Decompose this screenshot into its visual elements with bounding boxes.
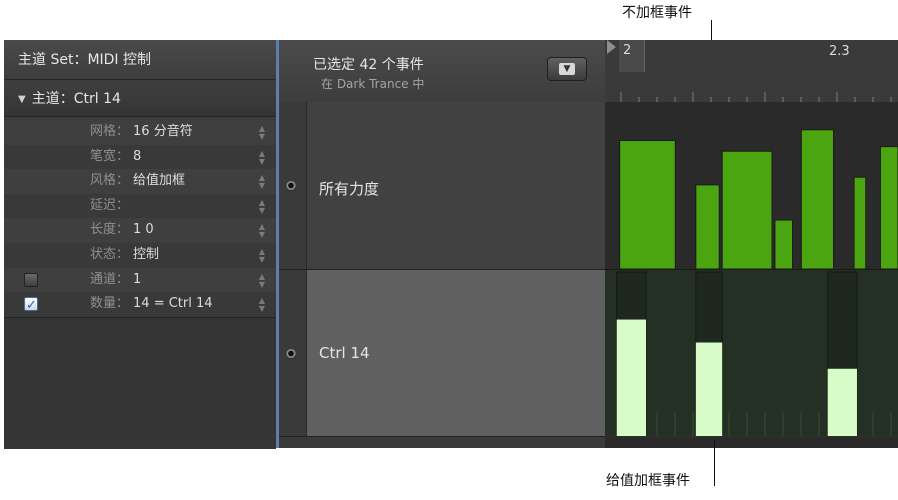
event-area[interactable]: 2 2.3 [605,40,898,448]
inspector-panel: 主道 Set：MIDI 控制 ▼ 主道：Ctrl 14 网格： 16 分音符 ▲ ▼ 笔宽… [4,40,279,449]
disclosure-triangle-icon[interactable]: ▼ [18,82,26,118]
param-label: 网格： 16 分音符 [90,124,193,139]
playhead-arrow-icon [607,40,616,54]
param-label: 长度： 1 0 [90,222,154,238]
param-value[interactable]: 给值加框 [133,173,185,188]
param-value[interactable]: 8 [133,149,141,164]
stepper-arrows-icon[interactable]: ▲ ▼ [258,120,266,141]
ruler-ticks [620,92,892,102]
param-row[interactable]: 长度： 1 0 ▲ ▼ [4,218,276,243]
param-checkbox[interactable] [24,272,38,287]
lane-record-icon[interactable] [286,349,296,359]
velocity-events [619,129,898,270]
callout-framed-events: 给值加框事件 [606,473,690,489]
param-label: 延迟： [90,197,130,213]
lane-velocity[interactable]: 所有力度 [279,102,605,270]
param-value[interactable]: 14 = Ctrl 14 [133,296,213,311]
lane-title-text: 主道：Ctrl 14 [31,91,121,107]
param-row[interactable]: 状态： 控制 ▲ ▼ [4,242,276,268]
velocity-event-bar [774,219,794,270]
param-label: 状态： 控制 [90,246,160,262]
param-label: 风格： 给值加框 [90,173,186,189]
event-area-bottom [605,437,898,448]
stepper-arrows-icon[interactable]: ▲ ▼ [258,169,266,190]
ctrl-event-value [827,368,857,436]
param-row[interactable]: 风格： 给值加框 ▲ ▼ [4,169,276,194]
param-row[interactable]: 通道： 1 ▲ ▼ [4,267,276,293]
bar-ruler[interactable]: 2 2.3 [605,40,898,103]
stepper-arrows-icon[interactable]: ▲ ▼ [258,292,266,313]
ctrl-events [616,271,892,437]
param-row[interactable]: 笔宽： 8 ▲ ▼ [4,144,276,170]
param-row[interactable]: 网格： 16 分音符 ▲ ▼ [4,120,276,145]
midi-editor-window: 主道 Set：MIDI 控制 ▼ 主道：Ctrl 14 网格： 16 分音符 ▲ ▼ 笔宽… [4,40,898,449]
ctrl-event-value [616,319,647,436]
callout-line-bottom [714,440,715,486]
menu-chevron-icon: ▼ [559,63,575,75]
lane-ctrl14[interactable]: Ctrl 14 [279,270,605,437]
inspector-empty-area [4,317,276,449]
lane-menu-button[interactable]: ▼ [547,57,587,81]
velocity-event-lane[interactable] [605,102,898,270]
velocity-event-bar [721,150,773,270]
param-value[interactable]: 控制 [133,247,159,262]
parameter-list: 网格： 16 分音符 ▲ ▼ 笔宽： 8 ▲ ▼ 风格： 给值加框 ▲ ▼ 延迟： ▲ ▼ 长度： 1 0 ▲ ▼ 状… [4,120,276,317]
stepper-arrows-icon[interactable]: ▲ ▼ [258,243,266,264]
playhead-bar-tag[interactable]: 2 [619,40,645,72]
stepper-arrows-icon[interactable]: ▲ ▼ [258,268,266,289]
param-label: 数量： 14 = Ctrl 14 [90,296,213,312]
velocity-event-bar [879,146,898,270]
lane-record-icon[interactable] [286,181,296,191]
callout-unframed-events: 不加框事件 [622,5,692,21]
stepper-arrows-icon[interactable]: ▲ ▼ [258,194,266,215]
ctrl-event-lane[interactable] [605,270,898,437]
velocity-event-bar [853,176,867,270]
velocity-event-bar [695,184,720,270]
param-value[interactable]: 16 分音符 [133,124,193,139]
velocity-event-bar [800,129,835,270]
velocity-event-bar [619,139,676,270]
param-value[interactable]: 1 [133,272,141,287]
param-row[interactable]: 延迟： ▲ ▼ [4,193,276,219]
ctrl-event-value [695,342,723,436]
lane-name: 所有力度 [319,180,380,198]
selection-count: 已选定 42 个事件 [313,57,424,73]
param-label: 笔宽： 8 [90,148,142,164]
param-label: 通道： 1 [90,271,142,287]
checkmark-icon: ✓ [26,298,37,314]
region-location: 在 Dark Trance 中 [321,77,425,91]
lane-next [279,437,605,448]
lane-title[interactable]: ▼ 主道：Ctrl 14 [4,81,276,117]
param-value[interactable]: 1 0 [133,222,154,237]
lane-record-column [279,102,307,269]
lanes-column: 已选定 42 个事件 在 Dark Trance 中 ▼ 所有力度 Ctrl 1… [279,40,605,448]
lane-record-column [279,270,307,436]
selection-header: 已选定 42 个事件 在 Dark Trance 中 ▼ [279,40,605,103]
param-checkbox[interactable]: ✓ [24,297,38,313]
lane-set-title[interactable]: 主道 Set：MIDI 控制 [4,40,276,80]
bar-position-label: 2.3 [829,44,850,59]
stepper-arrows-icon[interactable]: ▲ ▼ [258,145,266,166]
stepper-arrows-icon[interactable]: ▲ ▼ [258,218,266,239]
lane-name: Ctrl 14 [319,344,370,362]
param-row[interactable]: ✓ 数量： 14 = Ctrl 14 ▲ ▼ [4,292,276,317]
